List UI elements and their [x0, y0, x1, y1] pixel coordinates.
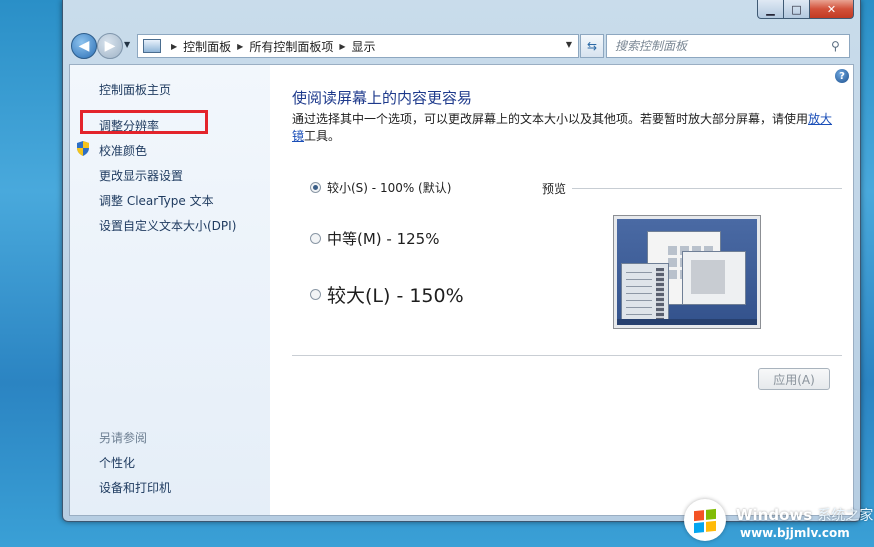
minimize-button[interactable]: ▁	[757, 0, 784, 19]
address-bar[interactable]: ▶ 控制面板 ▶ 所有控制面板项 ▶ 显示 ▼	[137, 34, 579, 58]
radio-medium[interactable]	[310, 233, 321, 244]
option-medium-label[interactable]: 中等(M) - 125%	[327, 228, 439, 249]
watermark-url: www.bjjmlv.com	[740, 526, 850, 540]
option-smaller-label[interactable]: 较小(S) - 100% (默认)	[327, 179, 451, 196]
forward-arrow-icon: ▶	[104, 38, 116, 54]
sidebar: 控制面板主页 调整分辨率 校准颜色 更改显示器设置 调整 ClearType 文…	[70, 65, 270, 515]
back-button[interactable]: ◀	[71, 33, 97, 59]
windows-logo-icon	[684, 499, 726, 541]
sidebar-item-adjust-resolution[interactable]: 调整分辨率	[99, 117, 159, 134]
breadcrumb-control-panel[interactable]: 控制面板	[183, 38, 231, 55]
divider	[292, 355, 842, 356]
maximize-button[interactable]: □	[784, 0, 810, 19]
recent-pages-dropdown[interactable]: ▼	[124, 40, 130, 49]
preview-divider	[572, 188, 842, 189]
window-controls: ▁ □ ✕	[757, 0, 854, 19]
sidebar-home-link[interactable]: 控制面板主页	[99, 81, 171, 98]
apply-button[interactable]: 应用(A)	[758, 368, 830, 390]
description-text: 通过选择其中一个选项，可以更改屏幕上的文本大小以及其他项。若要暂时放大部分屏幕，…	[292, 112, 809, 126]
refresh-button[interactable]: ⇆	[580, 34, 604, 58]
preview-image	[613, 215, 761, 329]
watermark-brand: Windows 系统之家	[736, 505, 873, 525]
radio-smaller[interactable]	[310, 182, 321, 193]
breadcrumb-chevron-icon[interactable]: ▶	[339, 42, 345, 51]
option-larger[interactable]: 较大(L) - 150%	[310, 281, 464, 308]
description-tail: 工具。	[304, 129, 341, 143]
control-panel-icon	[143, 39, 161, 53]
address-dropdown-icon[interactable]: ▼	[566, 40, 572, 49]
windows-flag-icon	[694, 508, 716, 534]
page-title: 使阅读屏幕上的内容更容易	[292, 89, 473, 107]
search-icon[interactable]: ⚲	[831, 39, 849, 53]
preview-window-icon	[621, 263, 669, 325]
see-also-heading: 另请参阅	[99, 431, 148, 445]
refresh-icon: ⇆	[586, 39, 598, 53]
sidebar-item-custom-dpi[interactable]: 设置自定义文本大小(DPI)	[99, 217, 236, 234]
back-arrow-icon: ◀	[78, 38, 90, 54]
option-larger-label[interactable]: 较大(L) - 150%	[327, 281, 464, 308]
page-description: 通过选择其中一个选项，可以更改屏幕上的文本大小以及其他项。若要暂时放大部分屏幕，…	[292, 111, 837, 145]
forward-button[interactable]: ▶	[97, 33, 123, 59]
search-box[interactable]: ⚲	[606, 34, 850, 58]
sidebar-item-change-display-settings[interactable]: 更改显示器设置	[99, 167, 183, 184]
preview-window-icon	[682, 251, 746, 305]
watermark-brand-name: Windows	[736, 506, 813, 524]
breadcrumb-chevron-icon[interactable]: ▶	[171, 42, 177, 51]
preview-label: 预览	[542, 182, 567, 196]
navigation-bar: ◀ ▶ ▼ ▶ 控制面板 ▶ 所有控制面板项 ▶ 显示 ▼ ⇆ ⚲	[69, 30, 854, 60]
radio-larger[interactable]	[310, 289, 321, 300]
breadcrumb-chevron-icon[interactable]: ▶	[237, 42, 243, 51]
breadcrumb-all-items[interactable]: 所有控制面板项	[249, 38, 333, 55]
main-panel: ? 使阅读屏幕上的内容更容易 通过选择其中一个选项，可以更改屏幕上的文本大小以及…	[270, 65, 853, 515]
shield-icon	[77, 141, 89, 156]
watermark-brand-suffix: 系统之家	[817, 508, 874, 524]
help-icon[interactable]: ?	[835, 69, 849, 83]
sidebar-item-personalization[interactable]: 个性化	[99, 454, 135, 471]
close-button[interactable]: ✕	[810, 0, 854, 19]
preview-screen	[617, 219, 757, 325]
watermark: Windows 系统之家 www.bjjmlv.com	[684, 497, 873, 543]
option-medium[interactable]: 中等(M) - 125%	[310, 228, 439, 249]
sidebar-item-devices-printers[interactable]: 设备和打印机	[99, 479, 171, 496]
content-area: 控制面板主页 调整分辨率 校准颜色 更改显示器设置 调整 ClearType 文…	[69, 64, 854, 516]
sidebar-item-cleartype[interactable]: 调整 ClearType 文本	[99, 192, 214, 209]
sidebar-item-calibrate-color[interactable]: 校准颜色	[99, 142, 147, 159]
preview-taskbar	[617, 319, 757, 325]
option-smaller[interactable]: 较小(S) - 100% (默认)	[310, 179, 451, 196]
control-panel-window: ▁ □ ✕ ◀ ▶ ▼ ▶ 控制面板 ▶ 所有控制面板项 ▶ 显示 ▼ ⇆ ⚲	[62, 0, 861, 522]
breadcrumb-display[interactable]: 显示	[352, 38, 376, 55]
search-input[interactable]	[607, 38, 831, 54]
